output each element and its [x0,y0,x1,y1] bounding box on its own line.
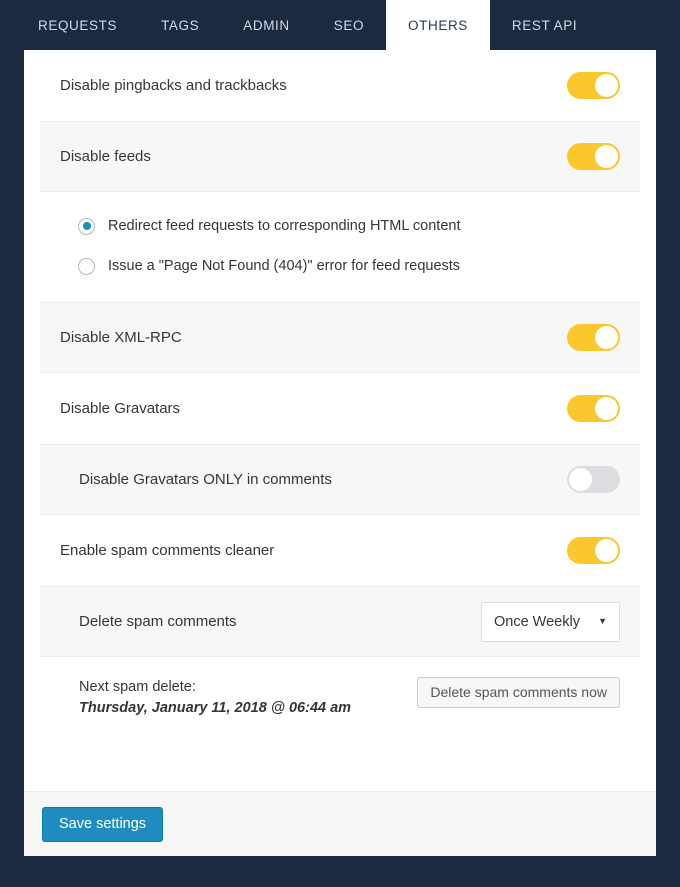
toggle-disable-gravatars[interactable] [567,395,620,422]
settings-list: Disable pingbacks and trackbacks Disable… [24,50,656,740]
setting-row-xmlrpc: Disable XML-RPC [40,302,640,373]
radio-issue-404[interactable]: Issue a "Page Not Found (404)" error for… [60,246,620,286]
toggle-disable-feeds[interactable] [567,143,620,170]
toggle-knob [569,468,592,491]
tab-admin[interactable]: ADMIN [221,0,312,50]
radio-icon [78,217,95,235]
setting-label: Disable Gravatars ONLY in comments [79,470,332,488]
toggle-disable-pingbacks[interactable] [567,72,620,99]
app-screen: REQUESTS TAGS ADMIN SEO OTHERS REST API … [0,0,680,887]
next-spam-delete-info: Next spam delete: Thursday, January 11, … [60,671,351,719]
tab-label: TAGS [161,17,200,33]
setting-label: Disable pingbacks and trackbacks [60,76,287,94]
select-delete-spam-frequency[interactable]: Once Weekly ▼ [481,601,620,642]
setting-label: Disable feeds [60,147,151,165]
toggle-knob [595,397,618,420]
tab-label: SEO [333,17,365,33]
radio-label: Issue a "Page Not Found (404)" error for… [108,258,461,274]
radio-label: Redirect feed requests to corresponding … [108,218,461,234]
setting-row-pingbacks: Disable pingbacks and trackbacks [40,50,640,121]
tab-label: REQUESTS [38,17,118,33]
next-spam-delete-date: Thursday, January 11, 2018 @ 06:44 am [79,700,352,717]
setting-row-feeds: Disable feeds [40,121,640,192]
next-spam-delete-row: Next spam delete: Thursday, January 11, … [40,657,640,740]
setting-row-gravatars-comments: Disable Gravatars ONLY in comments [40,444,640,515]
toggle-knob [595,74,618,97]
select-value: Once Weekly [494,613,580,630]
card-footer: Save settings [24,791,656,856]
radio-icon [78,257,95,275]
toggle-knob [595,326,618,349]
save-settings-button[interactable]: Save settings [42,806,164,842]
toggle-disable-xmlrpc[interactable] [567,324,620,351]
toggle-disable-gravatars-comments[interactable] [567,466,620,493]
tab-label: ADMIN [243,17,290,33]
setting-label: Delete spam comments [79,612,237,630]
tab-label: OTHERS [408,17,468,33]
tab-label: REST API [511,17,578,33]
setting-label: Disable Gravatars [60,399,181,417]
setting-label: Enable spam comments cleaner [60,541,275,559]
tab-bar: REQUESTS TAGS ADMIN SEO OTHERS REST API [0,0,680,50]
toggle-knob [595,539,618,562]
tab-tags[interactable]: TAGS [139,0,221,50]
feed-options-group: Redirect feed requests to corresponding … [40,192,640,302]
tab-seo[interactable]: SEO [312,0,386,50]
chevron-down-icon: ▼ [598,616,607,626]
toggle-enable-spam-cleaner[interactable] [567,537,620,564]
tab-requests[interactable]: REQUESTS [16,0,139,50]
setting-row-delete-spam: Delete spam comments Once Weekly ▼ [40,586,640,657]
setting-row-spam-cleaner: Enable spam comments cleaner [40,515,640,586]
tab-rest-api[interactable]: REST API [490,0,599,50]
settings-card: Disable pingbacks and trackbacks Disable… [24,50,656,856]
radio-redirect-feed-requests[interactable]: Redirect feed requests to corresponding … [60,206,620,246]
tab-others[interactable]: OTHERS [386,0,490,50]
toggle-knob [595,145,618,168]
setting-label: Disable XML-RPC [60,328,182,346]
delete-spam-comments-now-button[interactable]: Delete spam comments now [417,677,620,708]
next-spam-delete-title: Next spam delete: [79,679,196,695]
setting-row-gravatars: Disable Gravatars [40,373,640,444]
